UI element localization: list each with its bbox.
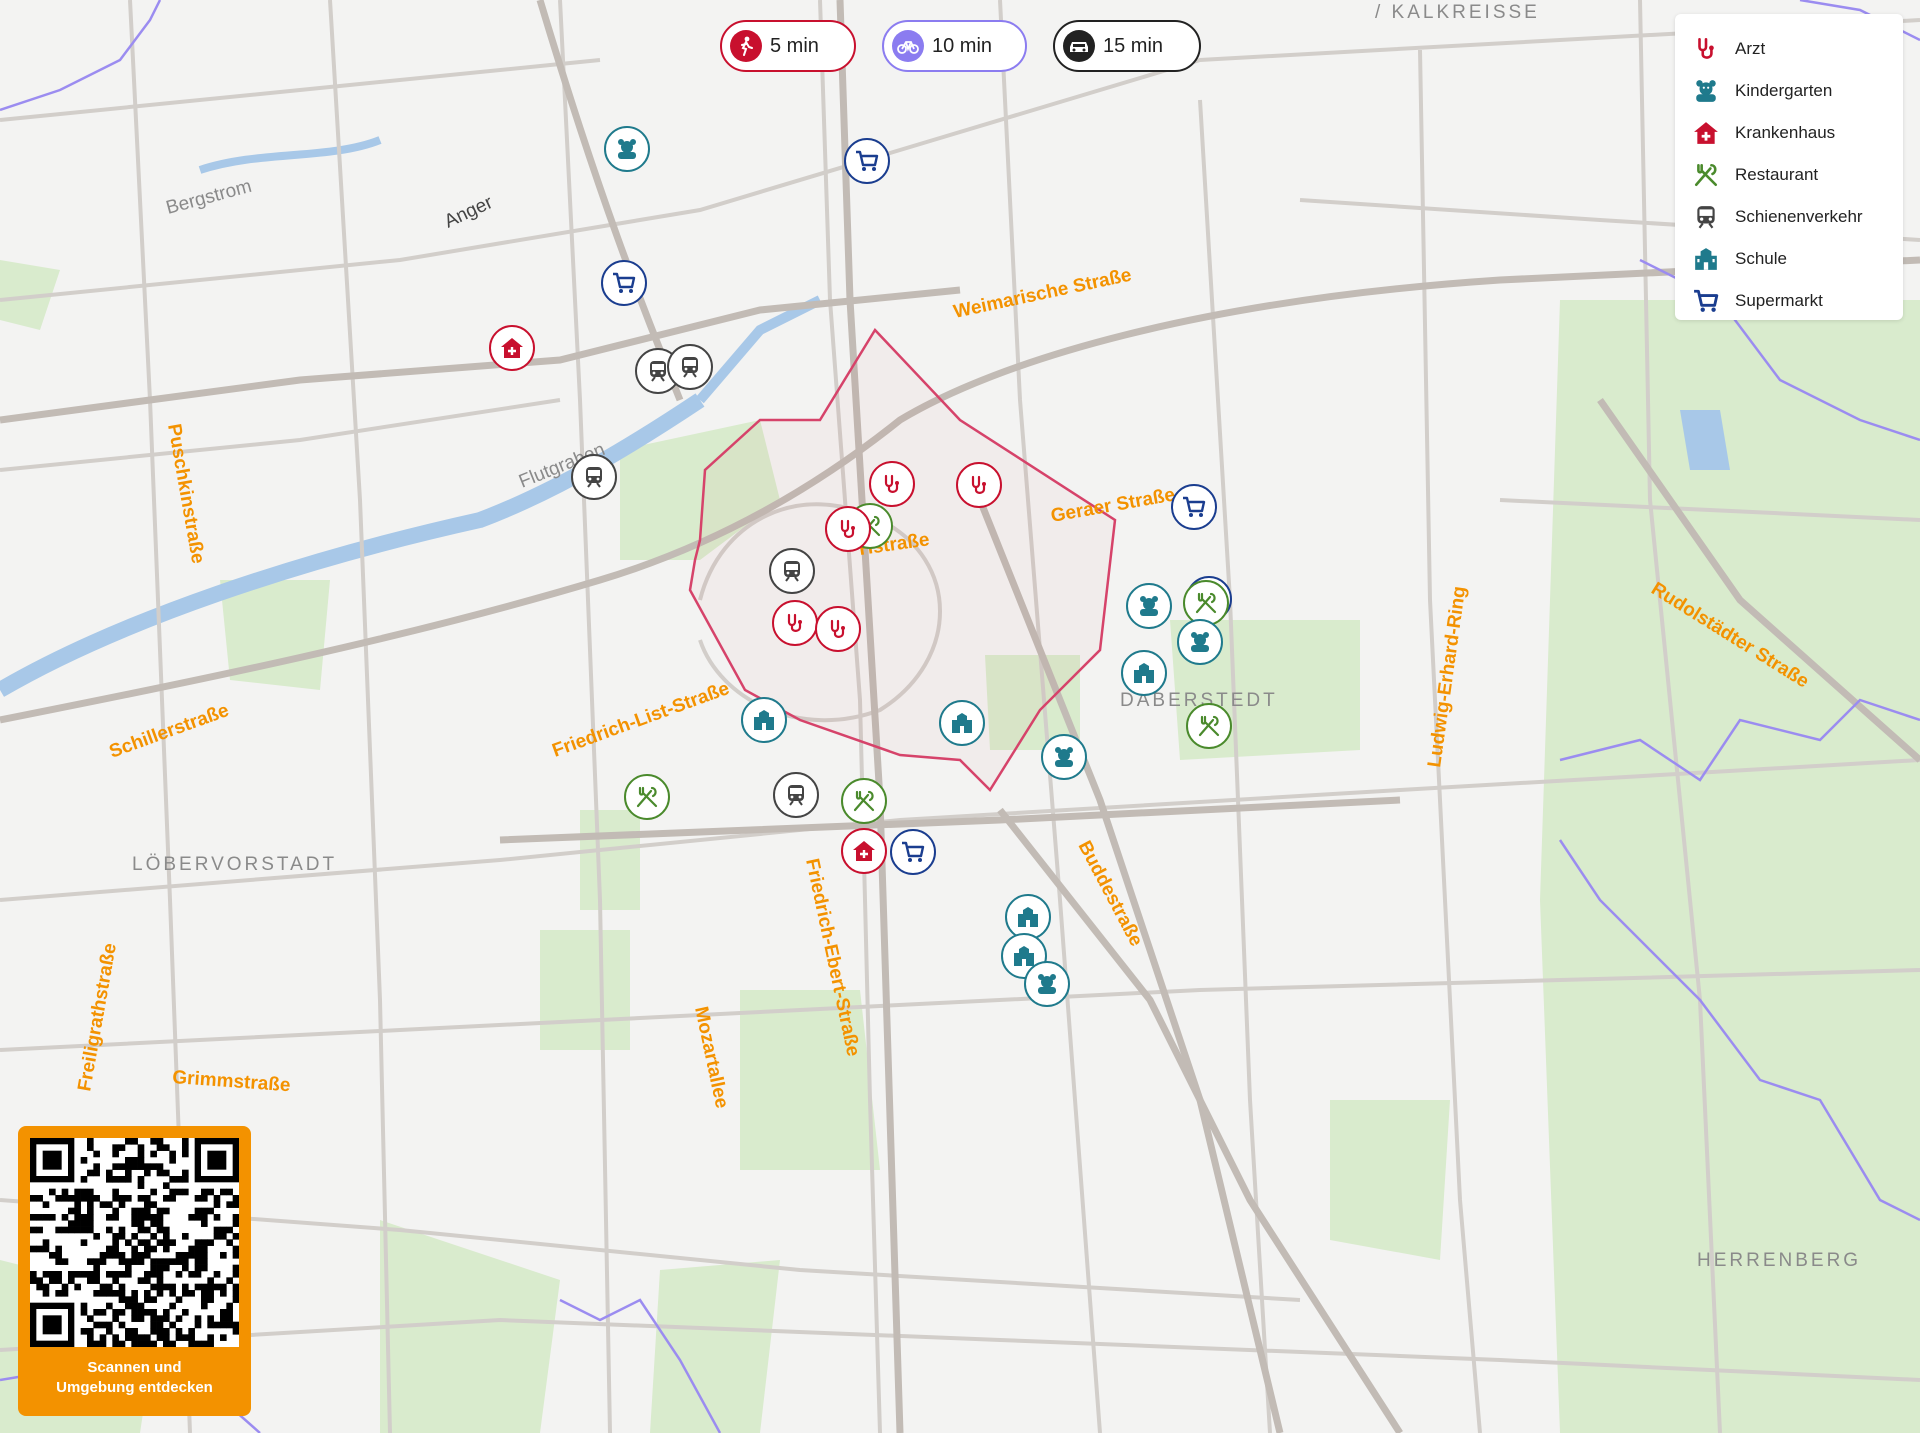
travel-mode-label: 15 min — [1103, 34, 1164, 57]
poi-legend: Arzt Kindergarten Krankenhaus Restaurant… — [1675, 14, 1903, 320]
legend-label: Arzt — [1735, 39, 1766, 58]
legend-item-kindergarten[interactable]: Kindergarten — [1691, 70, 1903, 112]
poi-marker-restaurant[interactable] — [1183, 580, 1229, 626]
legend-label: Kindergarten — [1735, 81, 1833, 100]
poi-marker-supermarkt[interactable] — [890, 829, 936, 875]
legend-label: Restaurant — [1735, 165, 1819, 184]
teddy-bear-icon — [1691, 76, 1721, 106]
qr-caption-line: Umgebung entdecken — [56, 1379, 213, 1396]
stethoscope-icon — [1691, 34, 1721, 64]
poi-marker-restaurant[interactable] — [624, 774, 670, 820]
travel-mode-bike[interactable]: 10 min — [882, 20, 1027, 72]
legend-label: Schienenverkehr — [1735, 207, 1863, 226]
train-icon — [1691, 202, 1721, 232]
poi-marker-arzt[interactable] — [815, 606, 861, 652]
poi-marker-kindergarten[interactable] — [1177, 619, 1223, 665]
legend-item-supermarkt[interactable]: Supermarkt — [1691, 280, 1903, 322]
poi-marker-restaurant[interactable] — [1186, 703, 1232, 749]
legend-item-arzt[interactable]: Arzt — [1691, 28, 1903, 70]
poi-marker-schienenverkehr[interactable] — [571, 454, 617, 500]
qr-caption: Scannen und Umgebung entdecken — [18, 1358, 251, 1398]
poi-marker-schule[interactable] — [1121, 650, 1167, 696]
legend-label: Krankenhaus — [1735, 123, 1836, 142]
poi-marker-arzt[interactable] — [869, 461, 915, 507]
legend-item-restaurant[interactable]: Restaurant — [1691, 154, 1903, 196]
poi-marker-krankenhaus[interactable] — [489, 325, 535, 371]
qr-code — [30, 1138, 240, 1348]
place-label: / KALKREISSE — [1375, 2, 1540, 23]
poi-marker-supermarkt[interactable] — [844, 138, 890, 184]
poi-marker-schienenverkehr[interactable] — [773, 772, 819, 818]
poi-marker-schienenverkehr[interactable] — [667, 344, 713, 390]
poi-marker-schule[interactable] — [939, 700, 985, 746]
poi-marker-supermarkt[interactable] — [1171, 484, 1217, 530]
poi-marker-schule[interactable] — [1005, 894, 1051, 940]
travel-mode-label: 5 min — [770, 34, 819, 57]
poi-marker-kindergarten[interactable] — [1041, 734, 1087, 780]
qr-code-panel[interactable]: Scannen und Umgebung entdecken — [18, 1126, 251, 1416]
poi-marker-krankenhaus[interactable] — [841, 828, 887, 874]
legend-item-schule[interactable]: Schule — [1691, 238, 1903, 280]
place-label: HERRENBERG — [1697, 1250, 1861, 1271]
legend-item-krankenhaus[interactable]: Krankenhaus — [1691, 112, 1903, 154]
travel-mode-label: 10 min — [932, 34, 993, 57]
place-label: LÖBERVORSTADT — [132, 854, 337, 875]
poi-marker-kindergarten[interactable] — [1126, 583, 1172, 629]
shopping-cart-icon — [1691, 286, 1721, 316]
poi-marker-arzt[interactable] — [956, 462, 1002, 508]
poi-marker-schule[interactable] — [741, 697, 787, 743]
qr-caption-line: Scannen und — [87, 1359, 182, 1376]
travel-mode-walk[interactable]: 5 min — [720, 20, 856, 72]
poi-marker-restaurant[interactable] — [841, 778, 887, 824]
bicycle-icon — [892, 30, 924, 62]
legend-label: Supermarkt — [1735, 291, 1823, 310]
fork-knife-icon — [1691, 160, 1721, 190]
poi-marker-supermarkt[interactable] — [601, 260, 647, 306]
poi-marker-kindergarten[interactable] — [1024, 961, 1070, 1007]
walking-person-icon — [730, 30, 762, 62]
travel-mode-car[interactable]: 15 min — [1053, 20, 1201, 72]
car-icon — [1063, 30, 1095, 62]
map-canvas[interactable]: Weimarische Straße Schillerstraße Friedr… — [0, 0, 1920, 1433]
poi-marker-arzt[interactable] — [825, 506, 871, 552]
legend-label: Schule — [1735, 249, 1787, 268]
poi-marker-arzt[interactable] — [772, 600, 818, 646]
school-icon — [1691, 244, 1721, 274]
poi-marker-schienenverkehr[interactable] — [769, 548, 815, 594]
legend-item-schienenverkehr[interactable]: Schienenverkehr — [1691, 196, 1903, 238]
poi-marker-kindergarten[interactable] — [604, 126, 650, 172]
hospital-icon — [1691, 118, 1721, 148]
